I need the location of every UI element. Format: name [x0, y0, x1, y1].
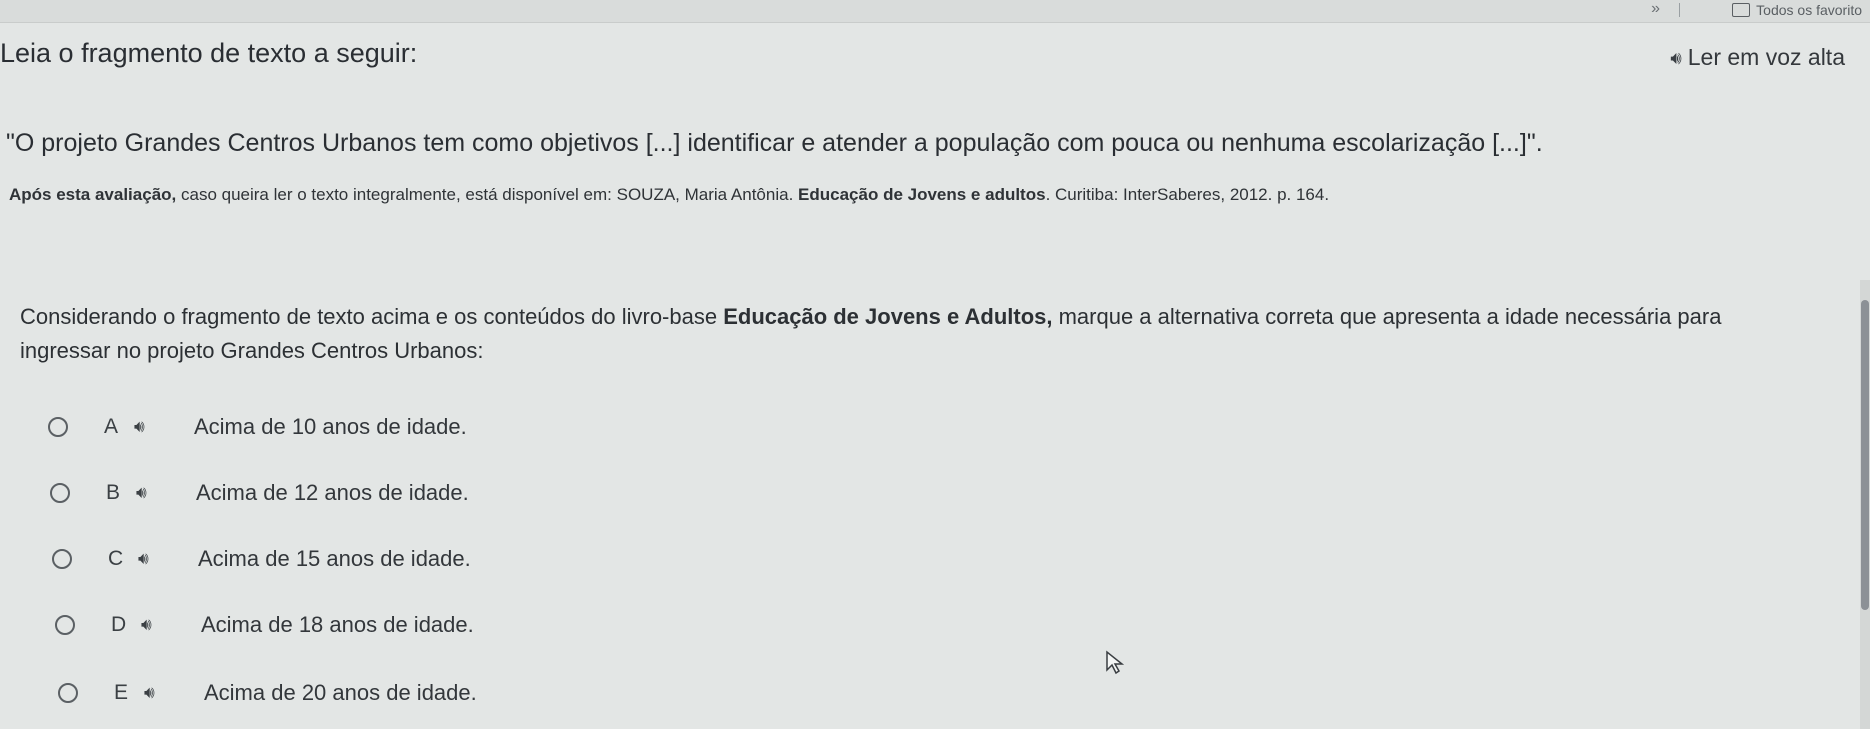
scrollbar-thumb[interactable]: [1861, 300, 1869, 610]
speaker-icon[interactable]: 🔊︎: [138, 549, 198, 569]
option-a[interactable]: A 🔊︎ Acima de 10 anos de idade.: [48, 414, 467, 440]
option-text: Acima de 18 anos de idade.: [201, 612, 474, 637]
instruction-text: Leia o fragmento de texto a seguir:: [0, 38, 418, 68]
option-text: Acima de 10 anos de idade.: [194, 414, 467, 439]
option-letter: E: [114, 681, 129, 704]
option-d[interactable]: D 🔊︎ Acima de 18 anos de idade.: [55, 612, 474, 638]
option-letter: A: [104, 415, 119, 438]
mouse-pointer-icon: [1106, 650, 1125, 675]
source-suffix: . Curitiba: InterSaberes, 2012. p. 164.: [1045, 185, 1330, 204]
question-book-title: Educação de Jovens e Adultos,: [723, 304, 1053, 329]
all-favorites-button[interactable]: Todos os favorito: [1732, 2, 1862, 18]
radio-option-a[interactable]: [48, 417, 68, 437]
option-b[interactable]: B 🔊︎ Acima de 12 anos de idade.: [50, 480, 469, 506]
source-text: caso queira ler o texto integralmente, e…: [176, 185, 799, 204]
radio-option-c[interactable]: [52, 549, 72, 569]
speaker-icon[interactable]: 🔊︎: [136, 483, 196, 503]
option-text: Acima de 20 anos de idade.: [204, 680, 477, 705]
speaker-icon[interactable]: 🔊︎: [144, 683, 204, 703]
read-aloud-button[interactable]: 🔊︎ Ler em voz alta: [1670, 44, 1845, 71]
radio-option-e[interactable]: [58, 683, 78, 703]
option-text: Acima de 15 anos de idade.: [198, 546, 471, 571]
read-aloud-label: Ler em voz alta: [1687, 44, 1845, 70]
all-favorites-label: Todos os favorito: [1756, 2, 1862, 18]
option-letter: B: [106, 481, 121, 504]
question-text: Considerando o fragmento de texto acima …: [20, 300, 1800, 368]
browser-favorites-bar: » Todos os favorito: [0, 0, 1870, 23]
source-book-title: Educação de Jovens e adultos: [798, 185, 1046, 204]
source-prefix: Após esta avaliação,: [9, 185, 177, 204]
speaker-icon: 🔊︎: [1670, 47, 1682, 68]
option-letter: D: [111, 613, 127, 636]
option-letter: C: [108, 547, 124, 570]
page-scrollbar[interactable]: [1860, 280, 1870, 729]
folder-icon: [1732, 3, 1751, 17]
option-c[interactable]: C 🔊︎ Acima de 15 anos de idade.: [52, 546, 471, 572]
question-part1: Considerando o fragmento de texto acima …: [20, 304, 724, 329]
quoted-fragment: "O projeto Grandes Centros Urbanos tem c…: [6, 129, 1543, 157]
option-e[interactable]: E 🔊︎ Acima de 20 anos de idade.: [58, 680, 477, 706]
option-text: Acima de 12 anos de idade.: [196, 480, 469, 505]
source-citation: Após esta avaliação, caso queira ler o t…: [9, 185, 1329, 205]
favorites-separator: [1679, 3, 1680, 17]
radio-option-b[interactable]: [50, 483, 70, 503]
speaker-icon[interactable]: 🔊︎: [141, 615, 201, 635]
favorites-overflow-chevron-icon[interactable]: »: [1651, 0, 1660, 18]
radio-option-d[interactable]: [55, 615, 75, 635]
speaker-icon[interactable]: 🔊︎: [134, 417, 194, 437]
